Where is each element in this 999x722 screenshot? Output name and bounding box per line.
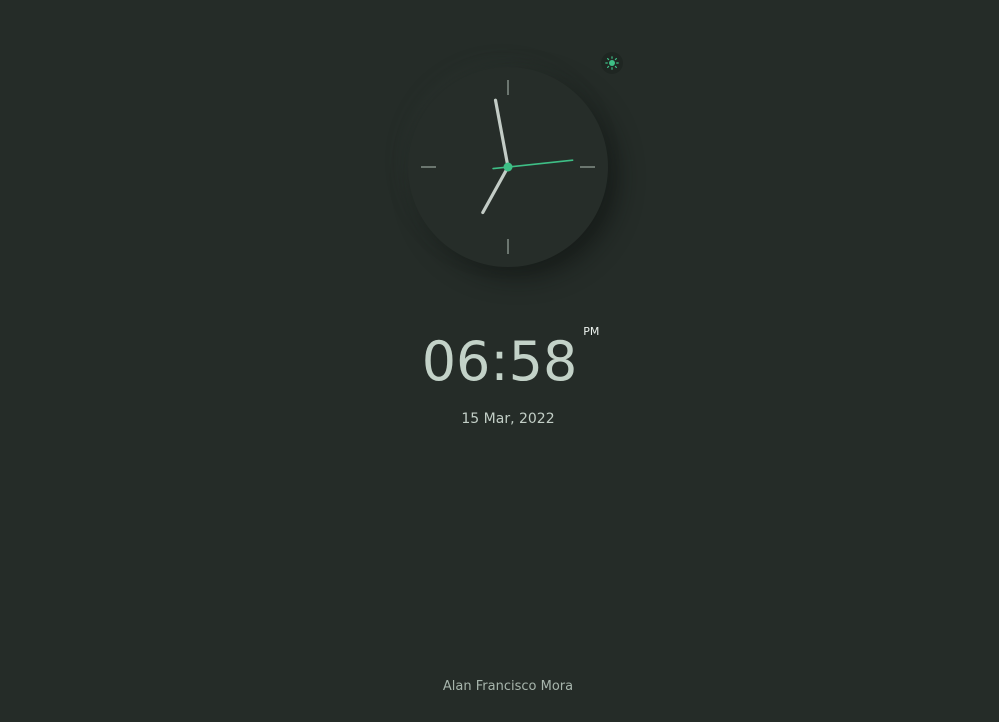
minute-hand [493, 98, 510, 169]
digital-clock: 06:58 PM [0, 325, 999, 398]
clock-dial [421, 80, 595, 254]
hour-hand [481, 165, 510, 215]
analog-clock [408, 67, 608, 267]
period-label: PM [583, 325, 600, 338]
time-display: 06:58 PM [421, 325, 600, 398]
footer-author: Alan Francisco Mora [442, 679, 574, 694]
center-pin [503, 162, 513, 172]
time-text: 06:58 [421, 330, 578, 393]
date-display: 15 Mar, 2022 [461, 411, 555, 427]
